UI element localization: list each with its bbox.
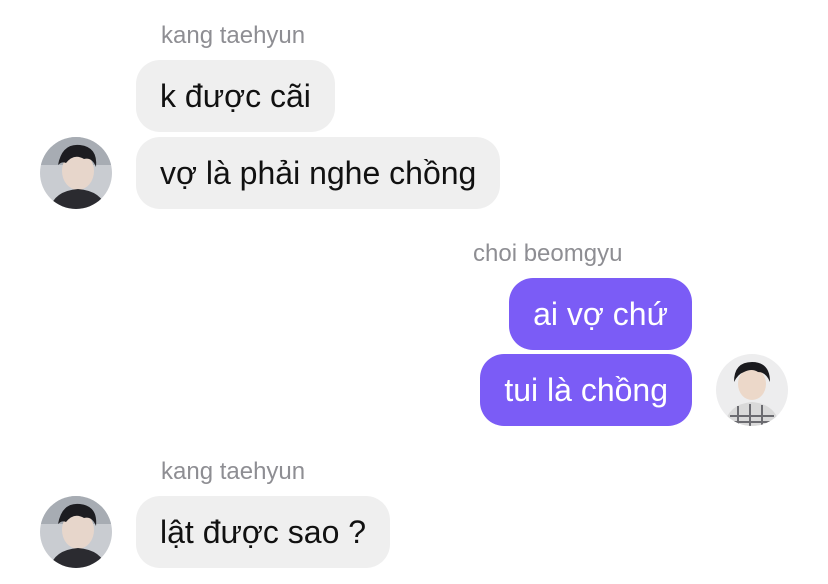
avatar-kang-taehyun[interactable]	[40, 137, 112, 209]
message-bubble-incoming[interactable]: lật được sao ?	[136, 496, 391, 568]
message-text: lật được sao ?	[160, 513, 367, 550]
message-text: vợ là phải nghe chồng	[160, 154, 477, 191]
sender-name: kang taehyun	[161, 458, 306, 485]
avatar-photo	[716, 354, 788, 426]
message-text: ai vợ chứ	[533, 295, 668, 332]
avatar-choi-beomgyu[interactable]	[716, 354, 788, 426]
sender-name: choi beomgyu	[473, 240, 623, 267]
message-bubble-outgoing[interactable]: ai vợ chứ	[509, 278, 692, 350]
message-bubble-incoming[interactable]: vợ là phải nghe chồng	[136, 137, 501, 209]
message-text: tui là chồng	[504, 371, 668, 408]
avatar-photo	[40, 496, 112, 568]
sender-name: kang taehyun	[161, 22, 306, 49]
message-bubble-incoming[interactable]: k được cãi	[136, 60, 335, 132]
avatar-photo	[40, 137, 112, 209]
avatar-kang-taehyun[interactable]	[40, 496, 112, 568]
message-text: k được cãi	[160, 77, 311, 114]
message-bubble-outgoing[interactable]: tui là chồng	[480, 354, 692, 426]
